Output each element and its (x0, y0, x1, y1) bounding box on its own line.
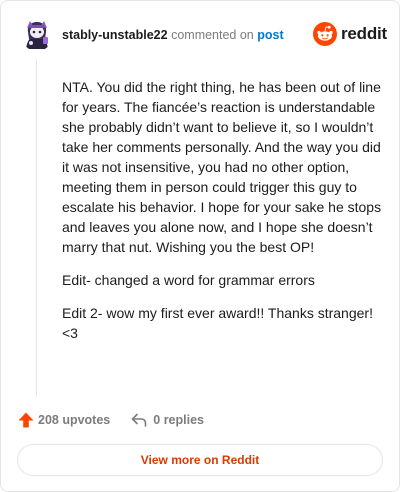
post-link[interactable]: post (257, 28, 283, 42)
comment-paragraph: NTA. You did the right thing, he has bee… (62, 79, 382, 255)
replies-count: 0 replies (153, 413, 204, 427)
upvote-button[interactable]: 208 upvotes (17, 411, 110, 429)
reddit-logo[interactable]: reddit (312, 21, 387, 47)
comment-header: stably-unstable22 commented on post redd… (21, 19, 387, 51)
comment-body: NTA. You did the right thing, he has bee… (62, 77, 386, 356)
reddit-snoo-icon (312, 22, 337, 46)
snoo-avatar-icon (21, 19, 53, 51)
comment-paragraph: Edit- changed a word for grammar errors (62, 272, 315, 288)
commented-on-text: commented on (171, 28, 254, 42)
view-more-button[interactable]: View more on Reddit (17, 444, 383, 476)
user-avatar[interactable] (21, 19, 53, 51)
reddit-wordmark: reddit (340, 24, 387, 43)
reply-arrow-icon (131, 413, 147, 427)
upvote-arrow-icon (18, 412, 34, 428)
upvote-count: 208 upvotes (38, 413, 111, 427)
username-link[interactable]: stably-unstable22 (62, 28, 168, 42)
thread-line (36, 59, 37, 397)
comment-actions: 208 upvotes 0 replies (17, 409, 204, 431)
commenter-line: stably-unstable22 commented on post (62, 28, 284, 42)
comment-paragraph: Edit 2- wow my first ever award!! Thanks… (62, 305, 373, 341)
embedded-comment-card: stably-unstable22 commented on post redd… (0, 0, 400, 492)
replies-button[interactable]: 0 replies (130, 411, 204, 429)
